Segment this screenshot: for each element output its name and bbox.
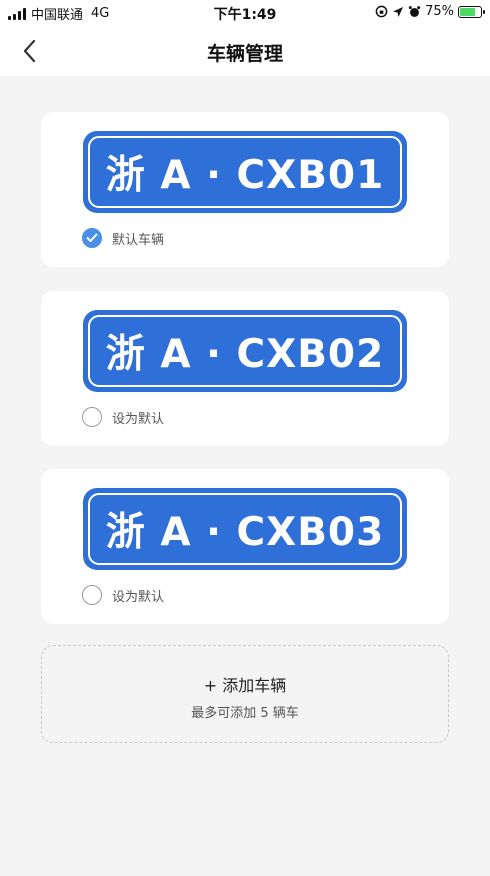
- status-right: 75%: [375, 4, 485, 19]
- license-plate: 浙 A · CXB01: [83, 131, 407, 213]
- set-default-toggle[interactable]: 设为默认: [82, 407, 164, 427]
- default-label: 默认车辆: [112, 232, 165, 248]
- vehicle-card[interactable]: 浙 A · CXB02 设为默认: [41, 291, 449, 446]
- battery-icon: [458, 5, 485, 18]
- battery-percent: 75%: [425, 4, 454, 19]
- add-vehicle-label: + 添加车辆: [203, 676, 287, 695]
- signal-icon: [8, 7, 26, 20]
- radio-unchecked-icon[interactable]: [82, 585, 102, 605]
- rotation-lock-icon: [375, 5, 388, 18]
- vehicle-card[interactable]: 浙 A · CXB01 默认车辆: [41, 112, 449, 267]
- carrier-name: 中国联通: [31, 8, 84, 23]
- location-icon: [393, 6, 404, 17]
- add-vehicle-hint: 最多可添加 5 辆车: [191, 706, 299, 721]
- network-type: 4G: [91, 6, 110, 21]
- plate-number: 浙 A · CXB03: [88, 493, 402, 565]
- default-toggle[interactable]: 默认车辆: [82, 228, 164, 248]
- license-plate: 浙 A · CXB02: [83, 310, 407, 392]
- plate-number: 浙 A · CXB01: [88, 136, 402, 208]
- radio-unchecked-icon[interactable]: [82, 407, 102, 427]
- check-circle-icon[interactable]: [82, 228, 102, 248]
- status-left: 中国联通 4G: [8, 4, 109, 23]
- back-button[interactable]: [14, 36, 44, 66]
- set-default-toggle[interactable]: 设为默认: [82, 585, 164, 605]
- license-plate: 浙 A · CXB03: [83, 488, 407, 570]
- status-bar: 中国联通 4G 下午1:49 75%: [0, 0, 490, 26]
- nav-bar: 车辆管理: [0, 26, 490, 76]
- default-label: 设为默认: [112, 411, 165, 427]
- alarm-icon: [408, 6, 421, 17]
- default-label: 设为默认: [112, 589, 165, 605]
- plate-number: 浙 A · CXB02: [88, 315, 402, 387]
- add-vehicle-button[interactable]: + 添加车辆 最多可添加 5 辆车: [41, 645, 449, 743]
- vehicle-card[interactable]: 浙 A · CXB03 设为默认: [41, 469, 449, 624]
- chevron-left-icon: [23, 39, 36, 63]
- page-title: 车辆管理: [206, 43, 283, 65]
